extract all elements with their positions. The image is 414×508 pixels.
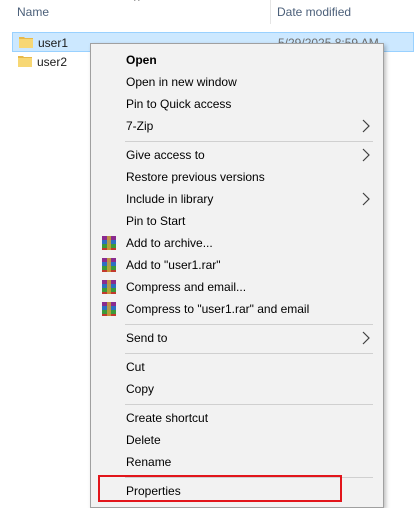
column-header-name[interactable]: Name <box>17 5 49 19</box>
menu-item-add-to-rar[interactable]: Add to "user1.rar" <box>93 254 381 276</box>
menu-item-give-access[interactable]: Give access to <box>93 144 381 166</box>
menu-item-cut[interactable]: Cut <box>93 356 381 378</box>
menu-item-7zip[interactable]: 7-Zip <box>93 115 381 137</box>
menu-separator <box>125 404 373 405</box>
file-explorer-view: Name ^ Date modified user1 5/29/2025 8:5… <box>0 0 414 508</box>
menu-item-open[interactable]: Open <box>93 49 381 71</box>
context-menu: Open Open in new window Pin to Quick acc… <box>90 43 384 508</box>
winrar-icon <box>102 258 116 272</box>
menu-item-label: Include in library <box>126 192 214 206</box>
menu-item-pin-start[interactable]: Pin to Start <box>93 210 381 232</box>
menu-item-open-new-window[interactable]: Open in new window <box>93 71 381 93</box>
chevron-right-icon <box>362 119 370 133</box>
menu-item-label: Create shortcut <box>126 411 209 425</box>
menu-item-delete[interactable]: Delete <box>93 429 381 451</box>
menu-item-label: Open <box>126 53 157 67</box>
column-header-row: Name ^ Date modified <box>0 0 414 24</box>
menu-item-label: Restore previous versions <box>126 170 265 184</box>
menu-item-label: Open in new window <box>126 75 237 89</box>
folder-icon <box>19 37 33 48</box>
winrar-icon <box>102 236 116 250</box>
menu-item-label: Pin to Start <box>126 214 186 228</box>
chevron-right-icon <box>362 331 370 345</box>
menu-item-label: 7-Zip <box>126 119 154 133</box>
menu-item-label: Delete <box>126 433 161 447</box>
menu-item-send-to[interactable]: Send to <box>93 327 381 349</box>
menu-item-add-archive[interactable]: Add to archive... <box>93 232 381 254</box>
winrar-icon <box>102 280 116 294</box>
menu-item-rename[interactable]: Rename <box>93 451 381 473</box>
column-header-date-modified[interactable]: Date modified <box>277 5 351 19</box>
folder-icon <box>18 56 32 67</box>
file-name: user1 <box>38 36 69 50</box>
winrar-icon <box>102 302 116 316</box>
menu-item-label: Compress and email... <box>126 280 247 294</box>
menu-item-label: Compress to "user1.rar" and email <box>126 302 310 316</box>
column-divider[interactable] <box>270 0 271 24</box>
menu-separator <box>125 141 373 142</box>
menu-separator <box>125 353 373 354</box>
menu-item-compress-email[interactable]: Compress and email... <box>93 276 381 298</box>
menu-item-compress-rar-email[interactable]: Compress to "user1.rar" and email <box>93 298 381 320</box>
menu-separator <box>125 324 373 325</box>
menu-item-label: Give access to <box>126 148 205 162</box>
menu-item-label: Rename <box>126 455 172 469</box>
menu-item-label: Pin to Quick access <box>126 97 232 111</box>
menu-item-restore-versions[interactable]: Restore previous versions <box>93 166 381 188</box>
chevron-right-icon <box>362 192 370 206</box>
menu-item-include-library[interactable]: Include in library <box>93 188 381 210</box>
menu-item-label: Add to archive... <box>126 236 213 250</box>
file-name: user2 <box>37 55 68 69</box>
menu-item-create-shortcut[interactable]: Create shortcut <box>93 407 381 429</box>
menu-item-label: Send to <box>126 331 168 345</box>
highlight-annotation-box <box>98 475 342 502</box>
menu-item-pin-quick-access[interactable]: Pin to Quick access <box>93 93 381 115</box>
menu-item-label: Copy <box>126 382 155 396</box>
menu-item-label: Cut <box>126 360 145 374</box>
menu-item-label: Add to "user1.rar" <box>126 258 221 272</box>
sort-indicator-icon: ^ <box>134 0 140 8</box>
menu-item-copy[interactable]: Copy <box>93 378 381 400</box>
chevron-right-icon <box>362 148 370 162</box>
